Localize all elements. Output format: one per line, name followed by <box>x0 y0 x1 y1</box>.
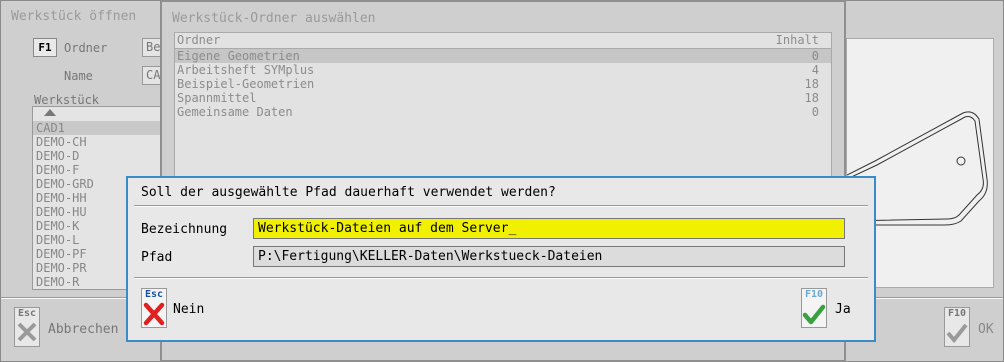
bezeichnung-label: Bezeichnung <box>141 222 228 237</box>
open-workpiece-title: Werkstück öffnen <box>11 9 137 24</box>
folder-row[interactable]: Arbeitsheft SYMplus 4 <box>175 63 831 77</box>
cancel-button[interactable]: Esc <box>14 307 40 347</box>
checkmark-icon <box>802 304 826 325</box>
f10-key-label: F10 <box>947 308 967 319</box>
confirm-path-dialog: Soll der ausgewählte Pfad dauerhaft verw… <box>126 176 876 342</box>
checkmark-icon <box>946 323 968 344</box>
yes-label: Ja <box>835 302 851 317</box>
folder-name: Eigene Geometrien <box>177 49 300 63</box>
folder-name: Spannmittel <box>177 91 257 105</box>
folder-name: Gemeinsame Daten <box>177 105 293 119</box>
f10-key-label: F10 <box>804 289 824 300</box>
list-item[interactable]: DEMO-F <box>33 163 166 177</box>
list-item[interactable]: CAD1 <box>33 121 166 135</box>
folder-count: 0 <box>811 105 819 119</box>
folder-count: 18 <box>804 91 819 105</box>
folder-list[interactable]: Ordner Inhalt Eigene Geometrien 0 Arbeitsh… <box>174 32 832 182</box>
folder-row[interactable]: Eigene Geometrien 0 <box>175 49 831 63</box>
pfad-label: Pfad <box>141 250 173 265</box>
ordner-label: Ordner <box>64 41 108 55</box>
dialog-divider-bottom <box>134 277 868 279</box>
col-inhalt: Inhalt <box>775 33 819 47</box>
list-item[interactable]: DEMO-CH <box>33 135 166 149</box>
dialog-title: Soll der ausgewählte Pfad dauerhaft verw… <box>141 185 556 200</box>
col-ordner: Ordner <box>177 33 221 47</box>
esc-key-label: Esc <box>144 289 164 300</box>
folder-name: Beispiel-Geometrien <box>177 77 315 91</box>
folder-row[interactable]: Spannmittel 18 <box>175 91 831 105</box>
no-label: Nein <box>173 302 205 317</box>
folder-count: 18 <box>804 77 819 91</box>
folder-count: 0 <box>811 49 819 63</box>
no-button[interactable]: Esc <box>141 288 167 328</box>
cancel-icon <box>17 322 37 342</box>
pfad-field: P:\Fertigung\KELLER-Daten\Werkstueck-Dat… <box>253 246 845 267</box>
f1-key[interactable]: F1 <box>33 38 57 57</box>
folder-list-header: Ordner Inhalt <box>175 33 831 48</box>
dialog-divider-top <box>134 205 868 207</box>
cross-icon <box>143 302 165 326</box>
yes-button[interactable]: F10 <box>801 288 827 328</box>
bezeichnung-input[interactable]: Werkstück-Dateien auf dem Server_ <box>253 218 845 239</box>
ok-label: OK <box>978 322 994 337</box>
folder-row[interactable]: Gemeinsame Daten 0 <box>175 105 831 119</box>
ok-button[interactable]: F10 <box>944 307 970 347</box>
name-label: Name <box>64 69 93 83</box>
scroll-up-icon[interactable] <box>33 107 166 121</box>
cancel-label: Abbrechen <box>48 322 119 337</box>
folder-name: Arbeitsheft SYMplus <box>177 63 315 77</box>
werkstueck-label: Werkstück <box>34 93 100 107</box>
folder-count: 4 <box>811 63 819 77</box>
folder-select-title: Werkstück-Ordner auswählen <box>172 11 376 26</box>
list-item[interactable]: DEMO-D <box>33 149 166 163</box>
esc-key-label: Esc <box>17 308 37 319</box>
folder-row[interactable]: Beispiel-Geometrien 18 <box>175 77 831 91</box>
